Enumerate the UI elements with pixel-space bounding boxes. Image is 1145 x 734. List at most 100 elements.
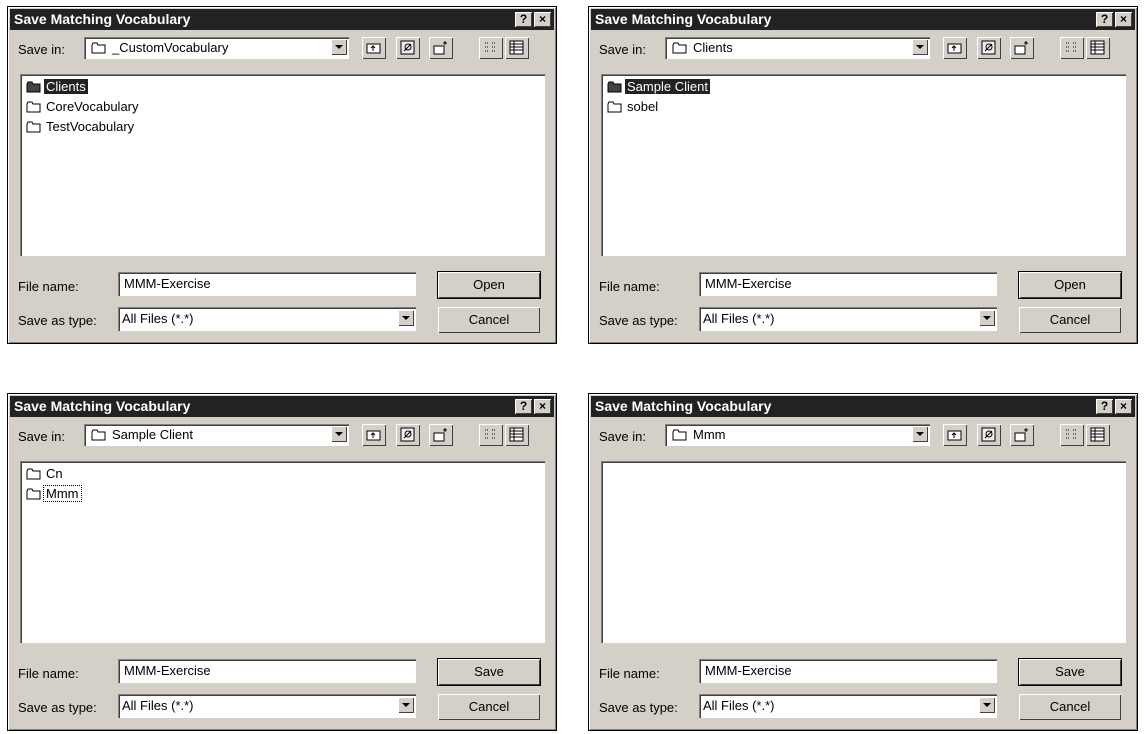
help-button[interactable]: ? — [1096, 399, 1113, 414]
chevron-down-icon[interactable] — [331, 39, 347, 55]
close-button[interactable]: × — [1115, 12, 1132, 27]
folder-icon — [26, 121, 41, 133]
help-button[interactable]: ? — [515, 12, 532, 27]
save-dialog: Save Matching Vocabulary ? × Save in: Sa… — [7, 393, 557, 731]
folder-icon — [607, 101, 622, 113]
file-list[interactable]: Clients CoreVocabulary TestVocabulary — [20, 74, 545, 256]
save-in-dropdown[interactable]: Mmm — [665, 424, 930, 446]
cancel-button[interactable]: Cancel — [438, 694, 540, 720]
item-label: Clients — [44, 79, 88, 94]
save-in-dropdown[interactable]: Sample Client — [84, 424, 349, 446]
cancel-button[interactable]: Cancel — [1019, 694, 1121, 720]
save-as-type-dropdown[interactable]: All Files (*.*) — [118, 694, 416, 718]
save-button[interactable]: Save — [1019, 659, 1121, 685]
details-view-button[interactable] — [1086, 37, 1110, 59]
file-list[interactable] — [601, 461, 1126, 643]
save-button[interactable]: Save — [438, 659, 540, 685]
list-item[interactable]: Cn — [26, 465, 266, 483]
folder-icon — [607, 81, 622, 93]
list-view-icon — [485, 429, 496, 439]
title-bar[interactable]: Save Matching Vocabulary ? × — [10, 9, 554, 30]
save-as-type-dropdown[interactable]: All Files (*.*) — [118, 307, 416, 331]
file-name-label: File name: — [599, 666, 660, 681]
close-button[interactable]: × — [534, 399, 551, 414]
details-view-icon — [1090, 40, 1105, 55]
list-item[interactable]: CoreVocabulary — [26, 98, 266, 116]
details-view-button[interactable] — [505, 37, 529, 59]
details-view-icon — [509, 427, 524, 442]
chevron-down-icon[interactable] — [912, 426, 928, 442]
list-item[interactable]: TestVocabulary — [26, 118, 266, 136]
item-label: sobel — [627, 99, 659, 114]
details-view-button[interactable] — [505, 424, 529, 446]
cancel-button[interactable]: Cancel — [1019, 307, 1121, 333]
save-dialog: Save Matching Vocabulary ? × Save in: Cl… — [588, 6, 1138, 344]
list-view-button[interactable] — [479, 37, 503, 59]
open-button[interactable]: Open — [438, 272, 540, 298]
title-bar[interactable]: Save Matching Vocabulary ? × — [591, 396, 1135, 417]
file-name-input[interactable]: MMM-Exercise — [118, 272, 416, 296]
desktop-button[interactable] — [396, 424, 420, 446]
list-item[interactable]: Mmm — [26, 485, 266, 503]
save-in-label: Save in: — [599, 429, 646, 444]
folder-icon — [672, 429, 687, 441]
details-view-button[interactable] — [1086, 424, 1110, 446]
open-button[interactable]: Open — [1019, 272, 1121, 298]
file-name-input[interactable]: MMM-Exercise — [699, 659, 997, 683]
file-name-label: File name: — [18, 666, 79, 681]
list-item[interactable]: Sample Client — [607, 78, 847, 96]
new-folder-button[interactable] — [429, 37, 453, 59]
up-one-level-button[interactable] — [362, 424, 386, 446]
new-folder-icon — [433, 41, 447, 55]
help-button[interactable]: ? — [515, 399, 532, 414]
desktop-button[interactable] — [977, 424, 1001, 446]
desktop-button[interactable] — [396, 37, 420, 59]
save-as-type-dropdown[interactable]: All Files (*.*) — [699, 694, 997, 718]
details-view-icon — [1090, 427, 1105, 442]
item-label: Sample Client — [625, 79, 710, 94]
up-one-level-button[interactable] — [362, 37, 386, 59]
title-bar[interactable]: Save Matching Vocabulary ? × — [10, 396, 554, 417]
list-item[interactable]: sobel — [607, 98, 847, 116]
chevron-down-icon[interactable] — [331, 426, 347, 442]
new-folder-icon — [433, 428, 447, 442]
cancel-button[interactable]: Cancel — [438, 307, 540, 333]
up-folder-icon — [947, 43, 962, 54]
file-name-input[interactable]: MMM-Exercise — [118, 659, 416, 683]
save-in-value: Mmm — [693, 427, 726, 442]
chevron-down-icon[interactable] — [979, 310, 995, 326]
up-one-level-button[interactable] — [943, 37, 967, 59]
up-folder-icon — [947, 430, 962, 441]
up-folder-icon — [366, 43, 381, 54]
save-as-type-label: Save as type: — [18, 700, 97, 715]
title-bar[interactable]: Save Matching Vocabulary ? × — [591, 9, 1135, 30]
close-button[interactable]: × — [534, 12, 551, 27]
dialog-title: Save Matching Vocabulary — [595, 398, 772, 414]
file-name-input[interactable]: MMM-Exercise — [699, 272, 997, 296]
desktop-icon — [981, 427, 996, 442]
list-view-button[interactable] — [479, 424, 503, 446]
chevron-down-icon[interactable] — [979, 697, 995, 713]
help-button[interactable]: ? — [1096, 12, 1113, 27]
new-folder-button[interactable] — [429, 424, 453, 446]
file-list[interactable]: Cn Mmm — [20, 461, 545, 643]
new-folder-button[interactable] — [1010, 37, 1034, 59]
save-as-type-label: Save as type: — [599, 700, 678, 715]
desktop-button[interactable] — [977, 37, 1001, 59]
save-as-type-dropdown[interactable]: All Files (*.*) — [699, 307, 997, 331]
chevron-down-icon[interactable] — [912, 39, 928, 55]
details-view-icon — [509, 40, 524, 55]
close-button[interactable]: × — [1115, 399, 1132, 414]
up-one-level-button[interactable] — [943, 424, 967, 446]
save-in-dropdown[interactable]: _CustomVocabulary — [84, 37, 349, 59]
up-folder-icon — [366, 430, 381, 441]
list-item[interactable]: Clients — [26, 78, 266, 96]
chevron-down-icon[interactable] — [398, 697, 414, 713]
file-name-label: File name: — [18, 279, 79, 294]
new-folder-button[interactable] — [1010, 424, 1034, 446]
save-in-dropdown[interactable]: Clients — [665, 37, 930, 59]
list-view-button[interactable] — [1060, 37, 1084, 59]
chevron-down-icon[interactable] — [398, 310, 414, 326]
file-list[interactable]: Sample Client sobel — [601, 74, 1126, 256]
list-view-button[interactable] — [1060, 424, 1084, 446]
